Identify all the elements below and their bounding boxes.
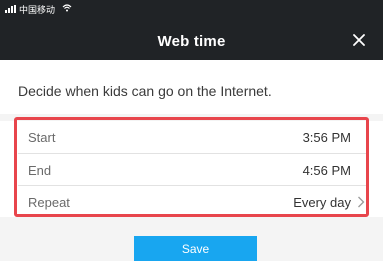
start-time-value: 3:56 PM	[302, 130, 351, 145]
end-time-value: 4:56 PM	[302, 163, 351, 178]
start-time-label: Start	[28, 130, 56, 145]
description-panel: Decide when kids can go on the Internet.	[0, 60, 383, 114]
close-icon	[353, 34, 365, 46]
chevron-right-icon	[358, 196, 365, 208]
repeat-value: Every day	[293, 195, 351, 210]
header-bar: 中国移动 Web time	[0, 0, 383, 60]
settings-list: Start 3:56 PM End 4:56 PM Repeat Every d…	[0, 121, 383, 217]
signal-icon	[5, 5, 16, 13]
web-time-screen: 中国移动 Web time Decide when kids can go on…	[0, 0, 383, 261]
close-button[interactable]	[349, 30, 369, 50]
repeat-row[interactable]: Repeat Every day	[0, 186, 383, 218]
carrier-label: 中国移动	[19, 4, 56, 15]
page-title: Web time	[157, 33, 226, 50]
save-button[interactable]: Save	[134, 236, 257, 261]
end-time-label: End	[28, 163, 52, 178]
repeat-label: Repeat	[28, 195, 70, 210]
start-time-row[interactable]: Start 3:56 PM	[0, 121, 383, 153]
end-time-row[interactable]: End 4:56 PM	[0, 154, 383, 186]
description-text: Decide when kids can go on the Internet.	[18, 83, 272, 99]
status-bar: 中国移动	[5, 3, 72, 15]
wifi-icon	[62, 4, 72, 14]
